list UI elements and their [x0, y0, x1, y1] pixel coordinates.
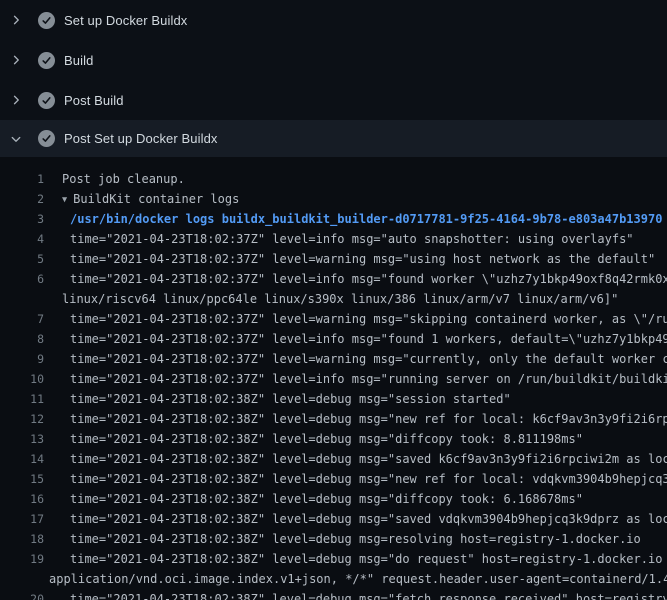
log-row-6: 6time="2021-04-23T18:02:37Z" level=info … [0, 269, 667, 289]
line-number[interactable]: 8 [0, 329, 44, 349]
line-number[interactable]: 20 [0, 589, 44, 600]
log-text: time="2021-04-23T18:02:38Z" level=debug … [44, 529, 641, 549]
line-number[interactable]: 7 [0, 309, 44, 329]
log-text: time="2021-04-23T18:02:38Z" level=debug … [44, 409, 667, 429]
log-row-9: 9time="2021-04-23T18:02:37Z" level=warni… [0, 349, 667, 369]
log-row-2[interactable]: 2 ▼ BuildKit container logs [0, 189, 667, 209]
line-number-empty [0, 289, 44, 309]
log-row-1: 1Post job cleanup. [0, 169, 667, 189]
log-text: application/vnd.oci.image.index.v1+json,… [44, 569, 667, 589]
log-text: time="2021-04-23T18:02:37Z" level=info m… [44, 369, 667, 389]
line-number[interactable]: 1 [0, 169, 44, 189]
log-row-7: 7time="2021-04-23T18:02:37Z" level=warni… [0, 309, 667, 329]
log-row-8: 8time="2021-04-23T18:02:37Z" level=info … [0, 329, 667, 349]
line-number[interactable]: 2 [0, 189, 44, 209]
log-text: time="2021-04-23T18:02:38Z" level=debug … [44, 389, 511, 409]
log-row-4: 4time="2021-04-23T18:02:37Z" level=info … [0, 229, 667, 249]
log-row-continuation: linux/riscv64 linux/ppc64le linux/s390x … [0, 289, 667, 309]
log-row-14: 14time="2021-04-23T18:02:38Z" level=debu… [0, 449, 667, 469]
step-list: Set up Docker Buildx Build Post Build Post … [0, 0, 667, 157]
line-number[interactable]: 13 [0, 429, 44, 449]
log-text: time="2021-04-23T18:02:38Z" level=debug … [44, 429, 583, 449]
chevron-down-icon [9, 132, 23, 146]
log-row-10: 10time="2021-04-23T18:02:37Z" level=info… [0, 369, 667, 389]
log-row-16: 16time="2021-04-23T18:02:38Z" level=debu… [0, 489, 667, 509]
line-number[interactable]: 10 [0, 369, 44, 389]
line-number[interactable]: 12 [0, 409, 44, 429]
step-header-build[interactable]: Build [0, 40, 667, 80]
log-row-19: 19time="2021-04-23T18:02:38Z" level=debu… [0, 549, 667, 569]
step-label: Post Build [64, 93, 124, 108]
log-text: time="2021-04-23T18:02:37Z" level=info m… [44, 329, 667, 349]
line-number[interactable]: 5 [0, 249, 44, 269]
log-text: time="2021-04-23T18:02:37Z" level=info m… [44, 269, 667, 289]
chevron-right-icon [9, 93, 23, 107]
check-circle-icon [38, 12, 55, 29]
log-text: time="2021-04-23T18:02:38Z" level=debug … [44, 489, 583, 509]
line-number[interactable]: 11 [0, 389, 44, 409]
log-row-11: 11time="2021-04-23T18:02:38Z" level=debu… [0, 389, 667, 409]
step-label: Post Set up Docker Buildx [64, 131, 218, 146]
line-number[interactable]: 14 [0, 449, 44, 469]
log-row-18: 18time="2021-04-23T18:02:38Z" level=debu… [0, 529, 667, 549]
log-row-20: 20time="2021-04-23T18:02:38Z" level=debu… [0, 589, 667, 600]
line-number[interactable]: 3 [0, 209, 44, 229]
check-circle-icon [38, 92, 55, 109]
chevron-right-icon [9, 53, 23, 67]
log-text: Post job cleanup. [44, 169, 185, 189]
log-group-label: BuildKit container logs [73, 192, 239, 206]
log-command-text: /usr/bin/docker logs buildx_buildkit_bui… [44, 209, 662, 229]
log-text: time="2021-04-23T18:02:38Z" level=debug … [44, 549, 667, 569]
line-number[interactable]: 18 [0, 529, 44, 549]
line-number[interactable]: 9 [0, 349, 44, 369]
log-text: time="2021-04-23T18:02:37Z" level=warnin… [44, 309, 667, 329]
log-row-13: 13time="2021-04-23T18:02:38Z" level=debu… [0, 429, 667, 449]
check-circle-icon [38, 130, 55, 147]
log-row-17: 17time="2021-04-23T18:02:38Z" level=debu… [0, 509, 667, 529]
line-number[interactable]: 4 [0, 229, 44, 249]
log-text: ▼ BuildKit container logs [44, 189, 239, 209]
line-number[interactable]: 16 [0, 489, 44, 509]
step-header-post-set-up-docker-buildx[interactable]: Post Set up Docker Buildx [0, 120, 667, 157]
step-label: Build [64, 53, 93, 68]
log-text: time="2021-04-23T18:02:38Z" level=debug … [44, 469, 667, 489]
line-number[interactable]: 17 [0, 509, 44, 529]
log-text: time="2021-04-23T18:02:38Z" level=debug … [44, 589, 667, 600]
log-row-12: 12time="2021-04-23T18:02:38Z" level=debu… [0, 409, 667, 429]
log-row-3: 3/usr/bin/docker logs buildx_buildkit_bu… [0, 209, 667, 229]
line-number[interactable]: 15 [0, 469, 44, 489]
log-group-collapse-icon[interactable]: ▼ [62, 195, 67, 205]
line-number[interactable]: 19 [0, 549, 44, 569]
line-number[interactable]: 6 [0, 269, 44, 289]
log-area: 1Post job cleanup.2 ▼ BuildKit container l… [0, 157, 667, 600]
check-circle-icon [38, 52, 55, 69]
log-text: time="2021-04-23T18:02:37Z" level=warnin… [44, 349, 667, 369]
log-text: time="2021-04-23T18:02:37Z" level=info m… [44, 229, 634, 249]
log-text: time="2021-04-23T18:02:38Z" level=debug … [44, 509, 667, 529]
log-row-15: 15time="2021-04-23T18:02:38Z" level=debu… [0, 469, 667, 489]
chevron-right-icon [9, 13, 23, 27]
actions-log-viewer: Set up Docker Buildx Build Post Build Post … [0, 0, 667, 600]
step-header-post-build[interactable]: Post Build [0, 80, 667, 120]
log-row-5: 5time="2021-04-23T18:02:37Z" level=warni… [0, 249, 667, 269]
step-label: Set up Docker Buildx [64, 13, 187, 28]
line-number-empty [0, 569, 44, 589]
step-header-set-up-docker-buildx[interactable]: Set up Docker Buildx [0, 0, 667, 40]
log-text: time="2021-04-23T18:02:38Z" level=debug … [44, 449, 667, 469]
log-text: linux/riscv64 linux/ppc64le linux/s390x … [44, 289, 618, 309]
log-row-continuation: application/vnd.oci.image.index.v1+json,… [0, 569, 667, 589]
log-text: time="2021-04-23T18:02:37Z" level=warnin… [44, 249, 655, 269]
